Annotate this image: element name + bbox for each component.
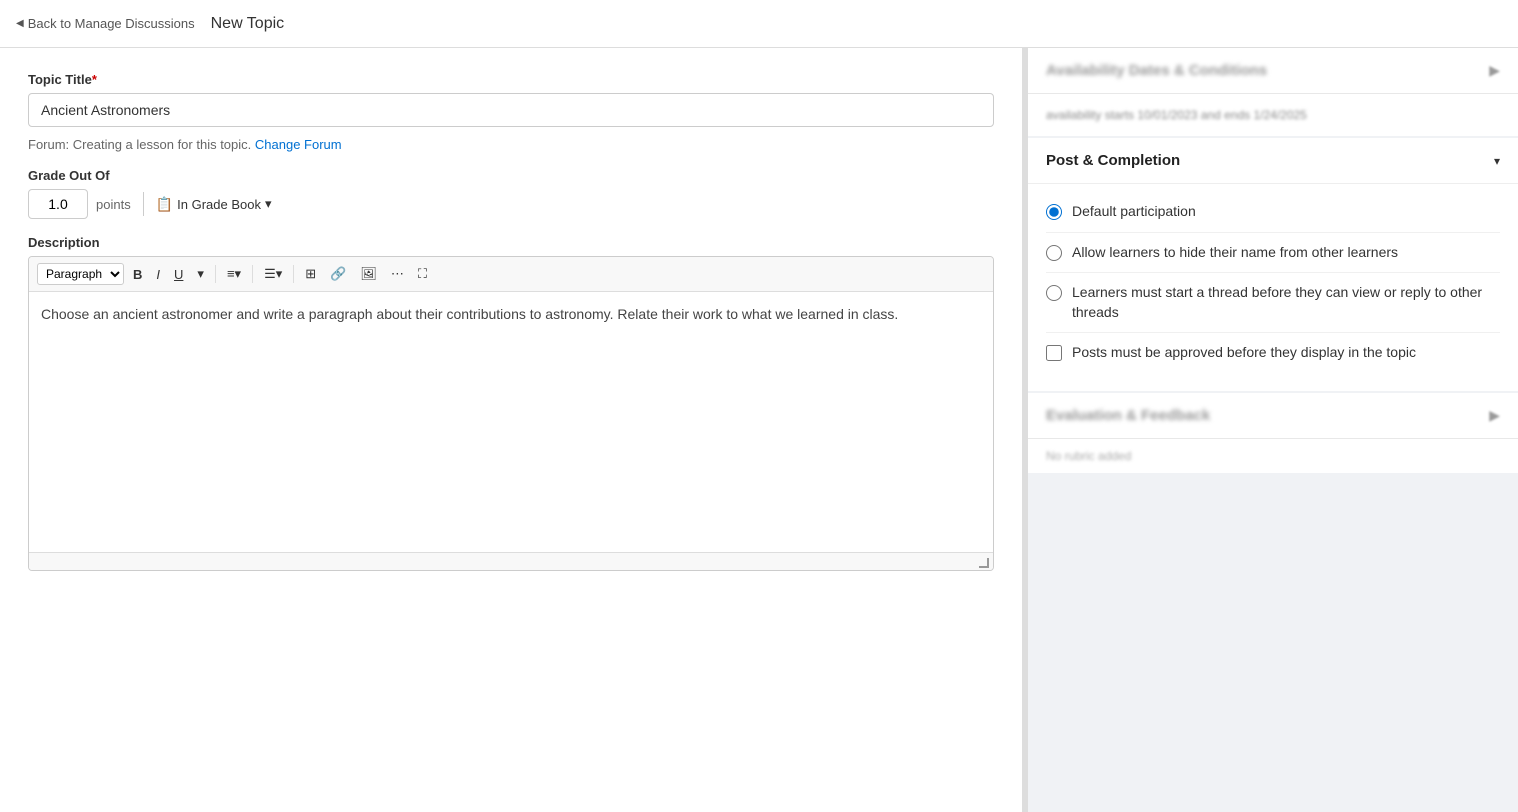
option-default: Default participation	[1046, 192, 1500, 233]
table-button[interactable]: ⊞	[300, 263, 321, 285]
option-default-label: Default participation	[1072, 202, 1196, 222]
editor-container: Paragraph B I U ▾ ≡▾ ☰▾ ⊞ 🔗 🖼 ⋯ ⛶ Choose…	[28, 256, 994, 571]
points-label: points	[96, 197, 131, 212]
availability-dates-text: availability starts 10/01/2023 and ends …	[1046, 108, 1500, 122]
editor-body[interactable]: Choose an ancient astronomer and write a…	[29, 292, 993, 552]
availability-section: Availability Dates & Conditions ▶ availa…	[1028, 48, 1518, 136]
evaluation-section-header: Evaluation & Feedback ▶	[1028, 393, 1518, 439]
option-start-thread-radio[interactable]	[1046, 285, 1062, 301]
link-button[interactable]: 🔗	[325, 263, 351, 285]
post-completion-chevron-icon: ▾	[1494, 154, 1500, 168]
topic-title-input[interactable]	[28, 93, 994, 127]
grade-divider	[143, 192, 144, 216]
option-hide-name-radio[interactable]	[1046, 245, 1062, 261]
gradebook-label: In Grade Book	[177, 197, 261, 212]
paragraph-select[interactable]: Paragraph	[37, 263, 124, 285]
no-rubric-text: No rubric added	[1046, 449, 1500, 463]
availability-section-header: Availability Dates & Conditions ▶	[1028, 48, 1518, 94]
bold-button[interactable]: B	[128, 264, 147, 285]
grade-out-of-label: Grade Out Of	[28, 168, 994, 183]
main-layout: Topic Title* Forum: Creating a lesson fo…	[0, 48, 1518, 812]
availability-section-title: Availability Dates & Conditions	[1046, 62, 1267, 79]
resize-handle[interactable]	[979, 558, 989, 568]
grade-input[interactable]	[28, 189, 88, 219]
toolbar-divider-1	[215, 265, 216, 283]
gradebook-chevron-icon: ▾	[265, 196, 272, 212]
right-panel: Availability Dates & Conditions ▶ availa…	[1028, 48, 1518, 812]
evaluation-section-body: No rubric added	[1028, 439, 1518, 473]
availability-section-body: availability starts 10/01/2023 and ends …	[1028, 94, 1518, 136]
image-button[interactable]: 🖼	[355, 263, 382, 285]
editor-toolbar: Paragraph B I U ▾ ≡▾ ☰▾ ⊞ 🔗 🖼 ⋯ ⛶	[29, 257, 993, 292]
topic-title-label: Topic Title*	[28, 72, 994, 87]
grade-row: points 📋 In Grade Book ▾	[28, 189, 994, 219]
list-button[interactable]: ☰▾	[259, 263, 287, 285]
description-label: Description	[28, 235, 994, 250]
underline-dropdown-button[interactable]: ▾	[192, 263, 209, 285]
evaluation-section: Evaluation & Feedback ▶ No rubric added	[1028, 393, 1518, 473]
required-marker: *	[92, 72, 97, 87]
more-button[interactable]: ⋯	[386, 263, 409, 285]
evaluation-expand-icon[interactable]: ▶	[1489, 407, 1500, 424]
option-hide-name-label: Allow learners to hide their name from o…	[1072, 243, 1398, 263]
evaluation-section-title: Evaluation & Feedback	[1046, 407, 1210, 424]
back-link[interactable]: Back to Manage Discussions	[16, 16, 195, 31]
availability-expand-icon[interactable]: ▶	[1489, 62, 1500, 79]
fullscreen-button[interactable]: ⛶	[413, 263, 432, 285]
forum-line: Forum: Creating a lesson for this topic.…	[28, 137, 994, 152]
toolbar-divider-2	[252, 265, 253, 283]
gradebook-icon: 📋	[156, 196, 173, 213]
post-completion-body: Default participation Allow learners to …	[1028, 183, 1518, 391]
option-approve-posts-checkbox[interactable]	[1046, 345, 1062, 361]
option-hide-name: Allow learners to hide their name from o…	[1046, 233, 1500, 274]
underline-button[interactable]: U	[169, 264, 188, 285]
italic-button[interactable]: I	[151, 264, 165, 285]
option-start-thread: Learners must start a thread before they…	[1046, 273, 1500, 333]
post-completion-header[interactable]: Post & Completion ▾	[1028, 138, 1518, 183]
post-completion-section: Post & Completion ▾ Default participatio…	[1028, 138, 1518, 391]
option-start-thread-label: Learners must start a thread before they…	[1072, 283, 1500, 322]
left-panel: Topic Title* Forum: Creating a lesson fo…	[0, 48, 1028, 812]
option-approve-posts-label: Posts must be approved before they displ…	[1072, 343, 1416, 363]
editor-footer	[29, 552, 993, 570]
page-title-nav: New Topic	[211, 15, 285, 33]
option-approve-posts: Posts must be approved before they displ…	[1046, 333, 1500, 373]
change-forum-link[interactable]: Change Forum	[255, 137, 342, 152]
option-default-radio[interactable]	[1046, 204, 1062, 220]
top-bar: Back to Manage Discussions New Topic	[0, 0, 1518, 48]
toolbar-divider-3	[293, 265, 294, 283]
align-button[interactable]: ≡▾	[222, 263, 246, 285]
post-completion-title: Post & Completion	[1046, 152, 1180, 169]
gradebook-button[interactable]: 📋 In Grade Book ▾	[156, 196, 272, 213]
